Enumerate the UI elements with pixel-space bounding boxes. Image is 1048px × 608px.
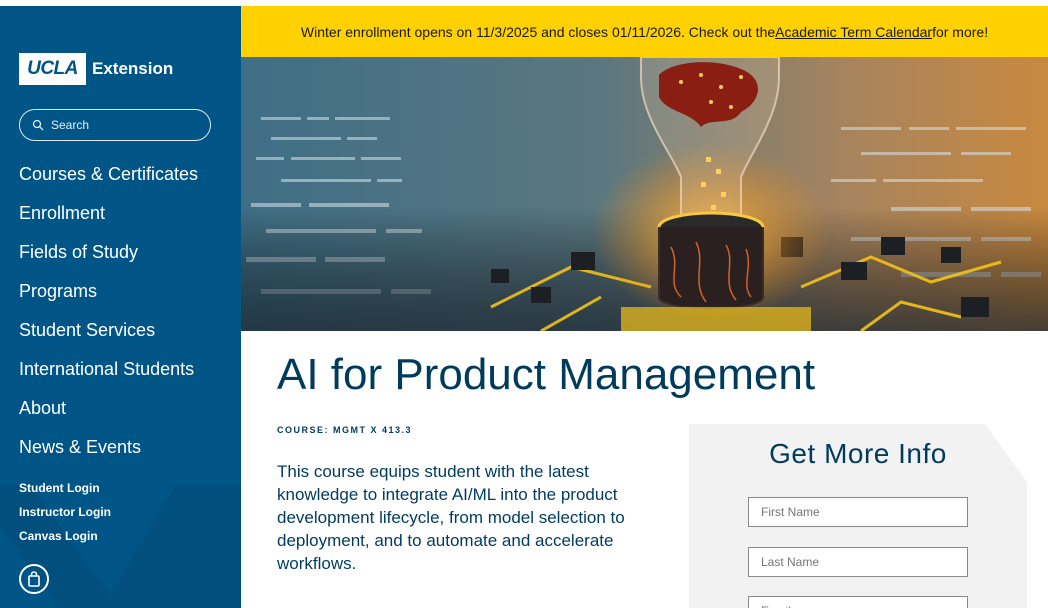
- nav-student-services[interactable]: Student Services: [19, 318, 198, 357]
- banner-text: Winter enrollment opens on 11/3/2025 and…: [300, 23, 776, 40]
- ucla-logo-mark: UCLA: [19, 53, 86, 85]
- sidebar-top-strip: [0, 0, 241, 6]
- course-description: This course equips student with the late…: [277, 462, 625, 573]
- student-login-link[interactable]: Student Login: [19, 480, 111, 504]
- extension-logo-text: Extension: [92, 59, 174, 78]
- last-name-field[interactable]: [748, 547, 968, 577]
- nav-enrollment[interactable]: Enrollment: [19, 201, 198, 240]
- main-nav: Courses & Certificates Enrollment Fields…: [19, 162, 198, 474]
- first-name-field[interactable]: [748, 497, 968, 527]
- page-title: AI for Product Management: [277, 350, 816, 399]
- nav-international-students[interactable]: International Students: [19, 357, 198, 396]
- nav-news-events[interactable]: News & Events: [19, 435, 198, 474]
- nav-programs[interactable]: Programs: [19, 279, 198, 318]
- announcement-banner: Winter enrollment opens on 11/3/2025 and…: [241, 6, 1048, 57]
- login-links: Student Login Instructor Login Canvas Lo…: [19, 480, 111, 552]
- get-more-info-form: Get More Info: [689, 424, 1027, 608]
- email-field[interactable]: [748, 596, 968, 608]
- nav-courses-certificates[interactable]: Courses & Certificates: [19, 162, 198, 201]
- ucla-extension-logo[interactable]: UCLA Extension: [19, 53, 173, 85]
- nav-fields-of-study[interactable]: Fields of Study: [19, 240, 198, 279]
- course-code: COURSE: MGMT X 413.3: [277, 425, 413, 435]
- nav-about[interactable]: About: [19, 396, 198, 435]
- search-icon: [32, 119, 44, 131]
- form-title: Get More Info: [769, 438, 947, 469]
- sidebar: UCLA Extension Search Courses & Certific…: [0, 0, 241, 608]
- academic-term-calendar-link[interactable]: Academic Term Calendar: [775, 24, 932, 40]
- shopping-bag-icon: [28, 571, 40, 587]
- search-input[interactable]: Search: [19, 109, 211, 141]
- cart-button[interactable]: [19, 564, 49, 594]
- instructor-login-link[interactable]: Instructor Login: [19, 504, 111, 528]
- search-placeholder: Search: [51, 118, 90, 132]
- hero-image: [241, 57, 1048, 331]
- banner-text-end: for more!: [932, 23, 989, 40]
- canvas-login-link[interactable]: Canvas Login: [19, 528, 111, 552]
